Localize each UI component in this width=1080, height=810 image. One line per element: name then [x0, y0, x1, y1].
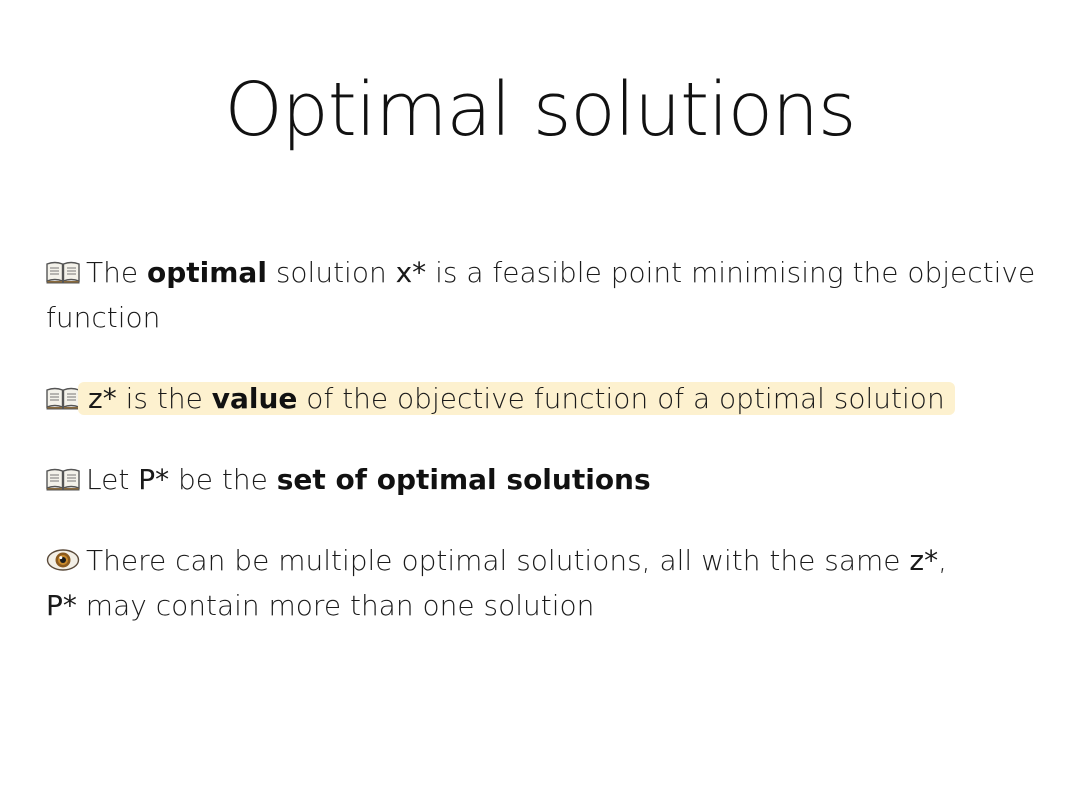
- open-book-icon: [46, 467, 80, 491]
- math-symbol: P*: [138, 463, 170, 496]
- bold-term: set of optimal solutions: [276, 463, 651, 496]
- text: Let: [86, 463, 139, 496]
- text: of the objective function of a optimal s…: [297, 382, 945, 415]
- math-symbol: P*: [46, 589, 77, 622]
- slide: Optimal solutions The optimal solution x…: [0, 0, 1080, 810]
- text: is the: [116, 382, 212, 415]
- slide-body: The optimal solution x* is a feasible po…: [46, 250, 1046, 664]
- bold-term: value: [211, 382, 298, 415]
- math-symbol: z*: [909, 544, 939, 577]
- math-symbol: x*: [395, 256, 427, 289]
- highlighted-statement: z* is the value of the objective functio…: [78, 382, 955, 415]
- text: The: [86, 256, 147, 289]
- text: ,: [938, 544, 948, 577]
- text: be the: [169, 463, 277, 496]
- slide-title: Optimal solutions: [224, 67, 857, 153]
- bullet-observation-multiple: There can be multiple optimal solutions,…: [46, 538, 1046, 628]
- text: may contain more than one solution: [76, 589, 595, 622]
- bullet-definition-optimal: The optimal solution x* is a feasible po…: [46, 250, 1046, 340]
- bullet-definition-value: z* is the value of the objective functio…: [46, 376, 1046, 421]
- text: solution: [266, 256, 396, 289]
- open-book-icon: [46, 386, 80, 410]
- open-book-icon: [46, 260, 80, 284]
- bold-term: optimal: [146, 256, 267, 289]
- math-symbol: z*: [88, 382, 117, 415]
- eye-icon: [46, 548, 80, 572]
- bullet-definition-set: Let P* be the set of optimal solutions: [46, 457, 1046, 502]
- text: There can be multiple optimal solutions,…: [86, 544, 910, 577]
